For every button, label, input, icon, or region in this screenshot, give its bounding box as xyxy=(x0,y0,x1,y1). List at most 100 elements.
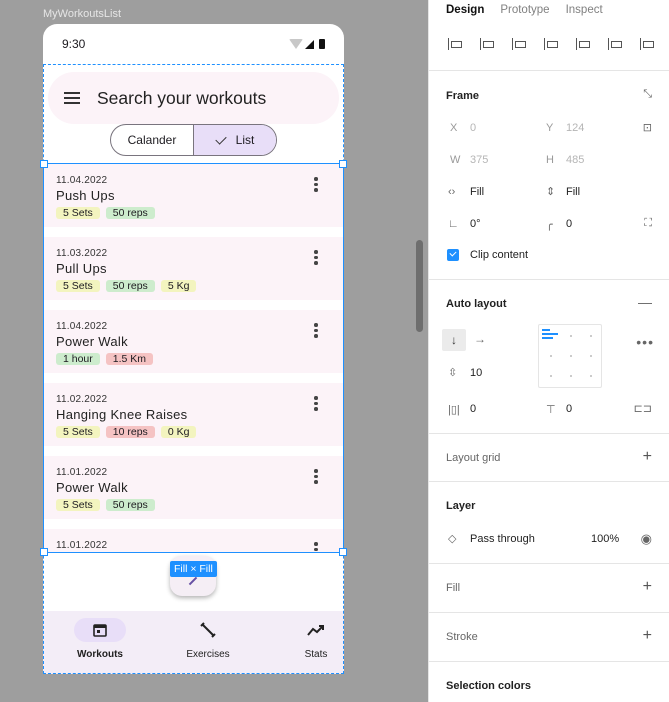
workout-tag: 50 reps xyxy=(105,280,155,292)
bottom-navigation: Workouts Exercises Stats xyxy=(43,611,344,674)
frame-name-label[interactable]: MyWorkoutsList xyxy=(43,8,121,20)
more-vert-icon[interactable] xyxy=(314,396,318,411)
individual-padding-icon[interactable]: ⊏⊐ xyxy=(634,402,652,415)
check-icon xyxy=(214,132,227,145)
more-vert-icon[interactable] xyxy=(314,542,318,552)
tab-prototype[interactable]: Prototype xyxy=(500,4,549,24)
search-bar[interactable]: Search your workouts xyxy=(48,72,339,124)
layout-grid-title: Layout grid xyxy=(446,452,501,464)
y-field[interactable]: 124 xyxy=(566,122,584,134)
menu-icon[interactable] xyxy=(64,92,80,104)
toggle-list-button[interactable]: List xyxy=(193,125,276,155)
align-bottom-icon[interactable] xyxy=(606,36,624,52)
calendar-icon xyxy=(74,618,126,642)
view-toggle[interactable]: Calander List xyxy=(110,124,277,156)
stroke-section: Stroke + xyxy=(429,612,669,661)
horizontal-resizing-select[interactable]: Fill xyxy=(470,186,484,198)
workout-date: 11.04.2022 xyxy=(56,321,108,332)
workout-list[interactable]: 11.04.2022 Push Ups 5 Sets 50 reps 11.03.202… xyxy=(43,164,344,552)
clip-content-checkbox[interactable] xyxy=(447,249,459,261)
radius-field[interactable]: 0 xyxy=(566,218,572,230)
direction-vertical-button[interactable]: ↓ xyxy=(442,329,466,351)
align-right-icon[interactable] xyxy=(510,36,528,52)
nav-workouts[interactable]: Workouts xyxy=(74,618,126,660)
workout-tag: 1.5 Km xyxy=(105,353,154,365)
workout-tag: 0 Kg xyxy=(160,426,197,438)
workout-card[interactable]: 11.03.2022 Pull Ups 5 Sets 50 reps 5 Kg xyxy=(43,237,344,300)
x-label: X xyxy=(450,122,458,134)
workout-name: Hanging Knee Raises xyxy=(56,407,188,422)
eye-icon[interactable]: ◉ xyxy=(641,531,652,547)
constraints-icon[interactable]: ⊡ xyxy=(643,121,652,134)
align-center-v-icon[interactable] xyxy=(574,36,592,52)
nav-stats-label: Stats xyxy=(304,649,328,660)
vertical-resizing-select[interactable]: Fill xyxy=(566,186,580,198)
workout-card[interactable]: 11.04.2022 Power Walk 1 hour 1.5 Km xyxy=(43,310,344,373)
tab-inspect[interactable]: Inspect xyxy=(566,4,603,24)
selection-colors-section: Selection colors xyxy=(429,661,669,702)
height-field[interactable]: 485 xyxy=(566,154,584,166)
rotation-icon: ∟ xyxy=(448,218,459,230)
y-label: Y xyxy=(546,122,554,134)
vertical-padding-field[interactable]: 0 xyxy=(566,403,572,415)
nav-stats[interactable]: Stats xyxy=(290,618,342,660)
signal-icon xyxy=(305,39,314,49)
more-options-icon[interactable]: ••• xyxy=(636,334,654,350)
tab-design[interactable]: Design xyxy=(446,4,484,24)
workout-card[interactable]: 11.01.2022 xyxy=(43,529,344,552)
direction-horizontal-icon[interactable]: → xyxy=(474,332,486,346)
design-canvas[interactable]: MyWorkoutsList 9:30 Search your workouts… xyxy=(0,0,428,702)
opacity-field[interactable]: 100% xyxy=(591,533,619,545)
toggle-list-label: List xyxy=(235,133,255,147)
alignment-toolbar xyxy=(446,36,656,52)
remove-auto-layout-icon[interactable]: — xyxy=(638,294,652,310)
layout-grid-section: Layout grid + xyxy=(429,433,669,481)
align-top-icon[interactable] xyxy=(542,36,560,52)
status-bar: 9:30 xyxy=(43,24,344,64)
toggle-calendar-label: Calander xyxy=(127,133,177,147)
resize-to-fit-icon[interactable]: ⤡ xyxy=(643,88,652,101)
dumbbell-icon xyxy=(182,618,234,642)
width-field[interactable]: 375 xyxy=(470,154,488,166)
blend-mode-icon: ◇ xyxy=(448,533,457,545)
add-fill-icon[interactable]: + xyxy=(643,579,652,595)
workout-date: 11.03.2022 xyxy=(56,248,108,259)
auto-layout-title: Auto layout xyxy=(446,298,507,310)
horizontal-padding-icon: |▯| xyxy=(448,404,460,416)
more-vert-icon[interactable] xyxy=(314,250,318,265)
blend-mode-select[interactable]: Pass through xyxy=(470,533,535,545)
nav-exercises[interactable]: Exercises xyxy=(182,618,234,660)
more-vert-icon[interactable] xyxy=(314,469,318,484)
distribute-icon[interactable] xyxy=(638,36,656,52)
more-vert-icon[interactable] xyxy=(314,177,318,192)
frame-section-title[interactable]: Frame xyxy=(446,90,479,102)
canvas-scrollbar[interactable] xyxy=(416,240,423,332)
workout-tag: 5 Kg xyxy=(160,280,197,292)
horizontal-resize-icon: ‹› xyxy=(448,186,456,198)
align-center-h-icon[interactable] xyxy=(478,36,496,52)
workout-tag: 50 reps xyxy=(105,499,155,511)
align-left-icon[interactable] xyxy=(446,36,464,52)
battery-icon xyxy=(319,39,325,49)
independent-corners-icon[interactable]: ⛶ xyxy=(644,217,652,230)
workout-card[interactable]: 11.04.2022 Push Ups 5 Sets 50 reps xyxy=(43,164,344,227)
workout-tag: 5 Sets xyxy=(56,280,100,292)
trending-icon xyxy=(290,618,342,642)
horizontal-padding-field[interactable]: 0 xyxy=(470,403,476,415)
workout-date: 11.04.2022 xyxy=(56,175,108,186)
toggle-calendar-button[interactable]: Calander xyxy=(111,125,193,155)
workout-card[interactable]: 11.01.2022 Power Walk 5 Sets 50 reps xyxy=(43,456,344,519)
more-vert-icon[interactable] xyxy=(314,323,318,338)
spacing-field[interactable]: 10 xyxy=(470,367,482,379)
workout-tags: 5 Sets 10 reps 0 Kg xyxy=(56,426,197,438)
x-field[interactable]: 0 xyxy=(470,122,476,134)
add-layout-grid-icon[interactable]: + xyxy=(643,449,652,465)
rotation-field[interactable]: 0° xyxy=(470,218,481,230)
selection-colors-title: Selection colors xyxy=(446,680,531,692)
workout-card[interactable]: 11.02.2022 Hanging Knee Raises 5 Sets 10 re… xyxy=(43,383,344,446)
spacing-icon: ⇳ xyxy=(448,367,458,379)
workout-tag: 1 hour xyxy=(56,353,100,365)
panel-tabs: Design Prototype Inspect xyxy=(429,0,669,24)
alignment-grid[interactable] xyxy=(538,324,602,388)
add-stroke-icon[interactable]: + xyxy=(643,628,652,644)
